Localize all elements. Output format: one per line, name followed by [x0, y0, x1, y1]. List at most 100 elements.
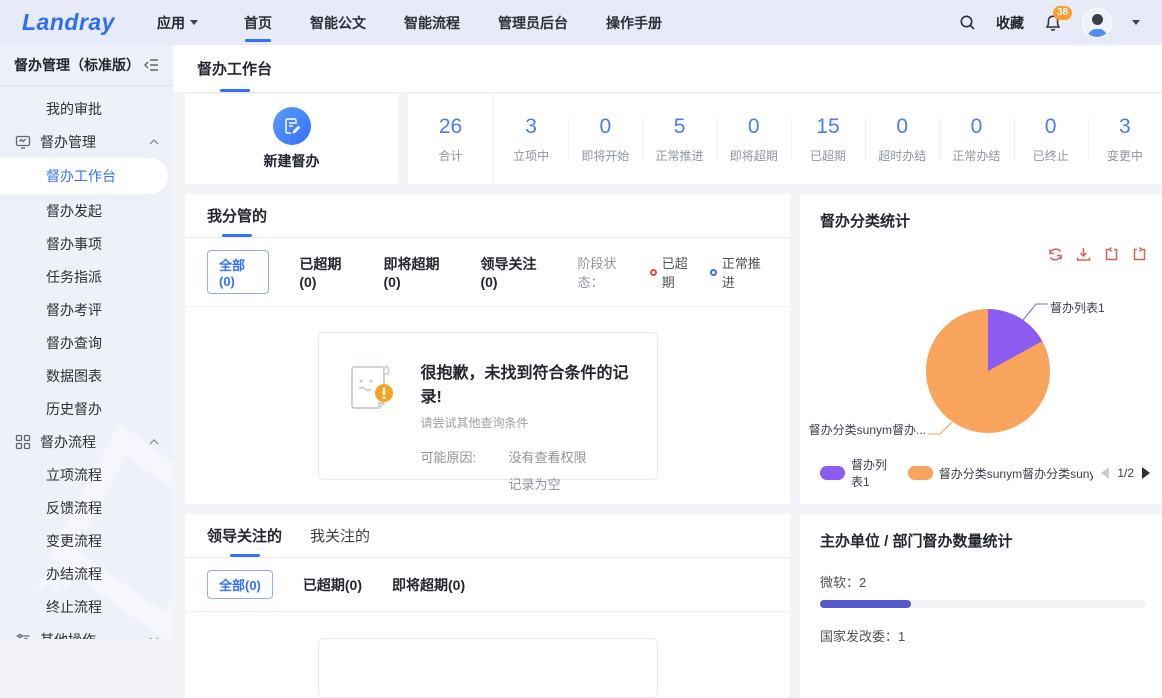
notifications-button[interactable]: 38	[1044, 14, 1062, 32]
legend-page-indicator: 1/2	[1117, 466, 1134, 480]
empty-title: 很抱歉，未找到符合条件的记录!	[421, 359, 637, 407]
tab-my-followed[interactable]: 我关注的	[310, 514, 370, 557]
nav-tab-smart-docs[interactable]: 智能公文	[310, 0, 366, 45]
sidebar-item-workbench[interactable]: 督办工作台	[0, 158, 168, 194]
sidebar-title: 督办管理（标准版）	[14, 55, 140, 75]
panel-title: 主办单位 / 部门督办数量统计	[820, 530, 1013, 551]
nav-tab-manual[interactable]: 操作手册	[606, 0, 662, 45]
stat-closed-on-time[interactable]: 0 正常办结	[939, 94, 1013, 184]
restore-icon[interactable]	[1103, 246, 1120, 263]
tab-my-supervised[interactable]: 我分管的	[207, 194, 267, 237]
sidebar-item-matters[interactable]: 督办事项	[0, 227, 173, 260]
sidebar-item-task-assign[interactable]: 任务指派	[0, 260, 173, 293]
bar-item-ndrc: 国家发改委：1	[820, 626, 1146, 645]
sliders-icon	[15, 632, 31, 640]
nav-tab-home[interactable]: 首页	[244, 0, 272, 45]
empty-reason-label: 可能原因:	[421, 447, 509, 493]
sidebar-item-evaluation[interactable]: 督办考评	[0, 293, 173, 326]
category-stats-panel: 督办分类统计	[800, 194, 1162, 504]
legend-label-2: 督办分类sunym督办分类sunym督办分...	[939, 465, 1094, 482]
new-doc-icon	[273, 107, 311, 145]
filter-due-soon[interactable]: 即将超期(0)	[384, 254, 451, 290]
stat-due-soon[interactable]: 0 即将超期	[717, 94, 791, 184]
legend-swatch-orange	[908, 466, 933, 480]
legend-label-1[interactable]: 督办列表1	[851, 456, 896, 490]
filter-due-soon[interactable]: 即将超期(0)	[392, 575, 465, 595]
my-supervised-panel: 我分管的 全部(0) 已超期(0) 即将超期(0) 领导关注(0) 阶段状态： …	[185, 194, 790, 504]
landray-logo: Landray	[22, 9, 115, 36]
favorites-button[interactable]: 收藏	[996, 13, 1024, 33]
main-content: 督办工作台 新建督办 26 合计 3 立项中	[173, 45, 1162, 639]
pie-label-left: 督办分类sunym督办...	[809, 421, 926, 438]
sidebar-item-my-approvals[interactable]: 我的审批	[0, 92, 173, 125]
page-tab-workbench[interactable]: 督办工作台	[197, 45, 272, 92]
apps-menu[interactable]: 应用	[157, 13, 198, 33]
chart-toolbox	[1047, 246, 1148, 263]
status-dot-on-track	[710, 269, 717, 276]
status-dot-overdue	[650, 269, 657, 276]
sidebar-item-project-flow[interactable]: 立项流程	[0, 458, 173, 491]
sidebar-group-supervision-mgmt[interactable]: 督办管理	[0, 125, 173, 158]
legend-prev-icon[interactable]	[1101, 467, 1109, 479]
empty-reason-1: 没有查看权限	[509, 447, 587, 466]
empty-reason-2: 记录为空	[509, 474, 587, 493]
collapse-sidebar-icon[interactable]	[143, 58, 159, 72]
sidebar-item-charts[interactable]: 数据图表	[0, 359, 173, 392]
search-icon[interactable]	[959, 14, 976, 31]
download-icon[interactable]	[1075, 246, 1092, 263]
chevron-up-icon	[149, 139, 159, 145]
navbar-right: 收藏 38	[959, 8, 1140, 38]
nav-tab-smart-flow[interactable]: 智能流程	[404, 0, 460, 45]
sidebar-item-complete-flow[interactable]: 办结流程	[0, 557, 173, 590]
sidebar-item-initiate[interactable]: 督办发起	[0, 194, 173, 227]
nav-tabs: 首页 智能公文 智能流程 管理员后台 操作手册	[244, 0, 662, 45]
filter-leader-follow[interactable]: 领导关注(0)	[480, 254, 547, 290]
stage-status-legend: 阶段状态： 已超期 正常推进	[577, 253, 768, 291]
stat-initiating[interactable]: 3 立项中	[494, 94, 568, 184]
apps-menu-label: 应用	[157, 13, 185, 33]
nav-tab-admin[interactable]: 管理员后台	[498, 0, 568, 45]
legend-swatch-purple[interactable]	[820, 466, 845, 480]
sidebar-group-flows[interactable]: 督办流程	[0, 425, 173, 458]
sidebar-item-terminate-flow[interactable]: 终止流程	[0, 590, 173, 623]
top-navbar: Landray 应用 首页 智能公文 智能流程 管理员后台 操作手册 收藏 38	[0, 0, 1162, 45]
stat-starting-soon[interactable]: 0 即将开始	[568, 94, 642, 184]
page-header: 督办工作台	[173, 45, 1162, 93]
stat-closed-late[interactable]: 0 超时办结	[865, 94, 939, 184]
legend-item-2[interactable]: 督办分类sunym督办分类sunym督办分...	[908, 465, 1094, 482]
legend-next-icon[interactable]	[1142, 467, 1150, 479]
tab-leader-followed[interactable]: 领导关注的	[207, 514, 282, 557]
sidebar-item-feedback-flow[interactable]: 反馈流程	[0, 491, 173, 524]
sidebar-item-change-flow[interactable]: 变更流程	[0, 524, 173, 557]
chevron-down-icon	[190, 20, 198, 25]
empty-result-icon	[343, 359, 401, 479]
stat-on-track[interactable]: 5 正常推进	[642, 94, 716, 184]
pie-chart[interactable]	[926, 309, 1050, 433]
back-icon[interactable]	[1131, 246, 1148, 263]
user-menu-chevron-icon[interactable]	[1132, 20, 1140, 25]
sidebar-item-history[interactable]: 历史督办	[0, 392, 173, 425]
avatar[interactable]	[1082, 8, 1112, 38]
sidebar-item-query[interactable]: 督办查询	[0, 326, 173, 359]
stats-card: 26 合计 3 立项中 0 即将开始 5 正常推进 0 即将超期	[408, 94, 1162, 184]
stat-overdue[interactable]: 15 已超期	[791, 94, 865, 184]
new-supervision-button[interactable]: 新建督办	[185, 94, 398, 184]
chevron-up-icon	[149, 439, 159, 445]
notification-badge: 38	[1053, 6, 1072, 20]
sidebar-group-other-ops[interactable]: 其他操作	[0, 623, 173, 639]
org-stats-panel: 主办单位 / 部门督办数量统计 微软：2 国家发改委：1	[800, 514, 1162, 698]
filter-all[interactable]: 全部(0)	[207, 570, 273, 599]
progress-fill	[820, 600, 911, 608]
stat-terminated[interactable]: 0 已终止	[1014, 94, 1088, 184]
panel-title: 督办分类统计	[820, 210, 910, 231]
refresh-icon[interactable]	[1047, 246, 1064, 263]
sidebar: AI 督办管理（标准版） 我的审批 督办管理 督办工作台 督办发起 督办事项 任…	[0, 45, 173, 639]
pie-label-right: 督办列表1	[1050, 299, 1105, 316]
empty-state-card-partial	[318, 638, 658, 698]
filter-all[interactable]: 全部(0)	[207, 250, 269, 294]
empty-subtitle: 请尝试其他查询条件	[421, 414, 637, 431]
filter-overdue[interactable]: 已超期(0)	[303, 575, 362, 595]
filter-overdue[interactable]: 已超期(0)	[299, 254, 353, 290]
stat-total[interactable]: 26 合计	[408, 94, 494, 184]
stat-changing[interactable]: 3 变更中	[1088, 94, 1162, 184]
